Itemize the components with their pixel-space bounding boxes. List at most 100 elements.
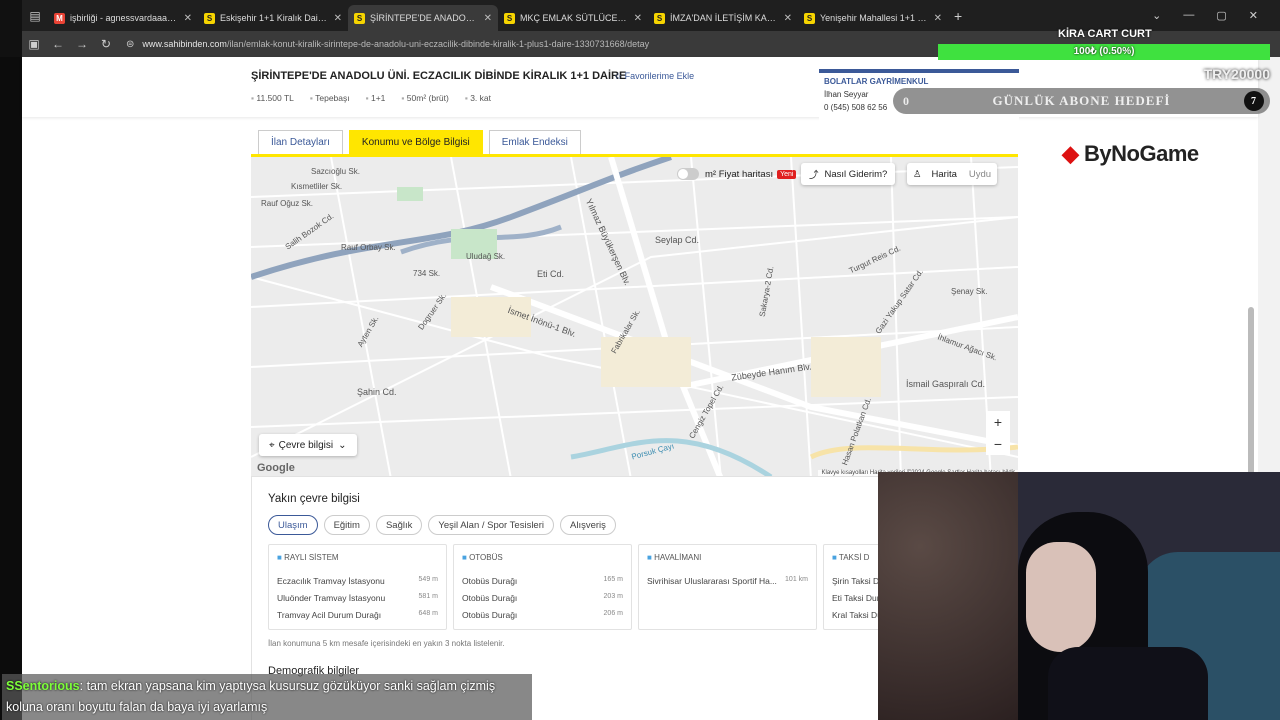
listing-title: ŞİRİNTEPE'DE ANADOLU ÜNİ. ECZACILIK DİBİ… (251, 70, 627, 82)
browser-tab-active[interactable]: S ŞİRİNTEPE'DE ANADOLU ÜNİ. E ✕ (348, 5, 498, 31)
chip-education[interactable]: Eğitim (323, 515, 370, 535)
satellite-view-option[interactable]: Uydu (969, 169, 991, 180)
minimize-icon[interactable]: — (1183, 9, 1194, 22)
add-to-favorites-link[interactable]: ☆ Favorilerime Ekle (614, 71, 694, 82)
listing-area: 50m² (brüt) (401, 93, 449, 103)
tab-title: Eskişehir 1+1 Kiralık Daire Fiyatları (220, 13, 330, 23)
list-item: Kral Taksi Du (832, 610, 882, 620)
list-item: Sivrihisar Uluslararası Sportif Ha... 101… (647, 576, 808, 586)
close-window-icon[interactable]: ✕ (1249, 9, 1258, 22)
place-distance: 549 m (418, 576, 438, 583)
map-street-label: 734 Sk. (413, 269, 441, 278)
browser-tab-4[interactable]: S MKÇ EMLAK SÜTLÜCEDE 1+1 K ✕ (498, 5, 648, 31)
directions-label: Nasıl Giderim? (824, 168, 888, 180)
map-pin-icon: ⌖ (269, 439, 275, 451)
back-arrow-icon[interactable]: ← (46, 37, 70, 51)
tab-search-icon[interactable]: ▤ (22, 0, 48, 31)
place-name: Uluönder Tramvay İstasyonu (277, 593, 386, 603)
map-street-label: Eti Cd. (537, 269, 565, 279)
street-view-icon[interactable]: ♙ (913, 169, 922, 180)
location-map[interactable]: Sazcıoğlu Sk. Kısmetliler Sk. Rauf Oğuz … (251, 154, 1018, 476)
chip-shopping[interactable]: Alışveriş (560, 515, 616, 535)
place-distance: 101 km (785, 576, 808, 583)
browser-tab-5[interactable]: S İMZA'DAN İLETİŞİM KAPISINA Y ✕ (648, 5, 798, 31)
maximize-icon[interactable]: ▢ (1216, 9, 1226, 22)
address-bar[interactable]: ⊜ www.sahibinden.com/ilan/emlak-konut-ki… (126, 34, 686, 54)
reload-icon[interactable]: ↻ (94, 37, 118, 51)
listing-rooms: 1+1 (366, 93, 385, 103)
favorite-label: Favorilerime Ekle (624, 71, 695, 81)
url-domain: www.sahibinden.com (142, 39, 227, 49)
close-tab-icon[interactable]: ✕ (784, 13, 792, 24)
chip-health[interactable]: Sağlık (375, 515, 423, 535)
place-name: Şirin Taksi D (832, 576, 880, 586)
tab-real-estate-index[interactable]: Emlak Endeksi (488, 130, 581, 154)
bus-card: OTOBÜS Otobüs Durağı 165 m Otobüs Durağı 2… (453, 544, 632, 630)
sub-count: 0 (903, 93, 910, 108)
place-distance: 581 m (418, 593, 438, 600)
page-right-gutter (1258, 57, 1280, 472)
chat-username: SSentorious (6, 679, 80, 693)
place-name: Otobüs Durağı (462, 610, 518, 620)
price-map-toggle[interactable]: m² Fiyat haritası Yeni (669, 163, 804, 185)
list-item: Otobüs Durağı 165 m (462, 576, 623, 586)
forward-arrow-icon[interactable]: → (70, 37, 94, 51)
toggle-switch[interactable] (677, 168, 699, 180)
close-tab-icon[interactable]: ✕ (484, 13, 492, 24)
tab-listing-details[interactable]: İlan Detayları (258, 130, 343, 154)
listing-price: 11.500 TL (251, 93, 294, 103)
directions-button[interactable]: ⤴ Nasıl Giderim? (801, 163, 896, 185)
map-street-label: Sazcıoğlu Sk. (311, 167, 360, 176)
listing-floor: 3. kat (465, 93, 491, 103)
sub-target: 7 (1244, 91, 1264, 111)
nearby-footnote: İlan konumuna 5 km mesafe içerisindeki e… (268, 639, 505, 648)
sidebar-toggle-icon[interactable]: ▣ (22, 37, 46, 51)
list-item: Otobüs Durağı 206 m (462, 610, 623, 620)
place-name: Eczacılık Tramvay İstasyonu (277, 576, 385, 586)
category-chips: Ulaşım Eğitim Sağlık Yeşil Alan / Spor T… (268, 515, 616, 535)
zoom-out-button[interactable]: − (986, 433, 1010, 455)
url-path: /ilan/emlak-konut-kiralik-sirintepe-de-a… (226, 39, 650, 49)
new-tab-icon[interactable]: + (954, 8, 962, 24)
browser-tab-6[interactable]: S Yenişehir Mahallesi 1+1 Kiralık D ✕ (798, 5, 948, 31)
new-badge: Yeni (777, 169, 797, 179)
card-title: TAKSİ D (832, 553, 874, 562)
chip-transport[interactable]: Ulaşım (268, 515, 318, 535)
close-tab-icon[interactable]: ✕ (334, 13, 342, 24)
close-tab-icon[interactable]: ✕ (634, 13, 642, 24)
place-name: Otobüs Durağı (462, 593, 518, 603)
site-info-icon[interactable]: ⊜ (126, 39, 134, 50)
goal-amount: TRY20000 (1203, 66, 1270, 82)
list-item: Uluönder Tramvay İstasyonu 581 m (277, 593, 438, 603)
map-street-label: Şenay Sk. (951, 287, 988, 296)
map-street-label: Şahin Cd. (357, 387, 397, 397)
browser-tab-strip: ▤ M işbirliği - agnessvardaaa@gmail ✕ S … (22, 0, 1280, 31)
close-tab-icon[interactable]: ✕ (934, 13, 942, 24)
place-name: Otobüs Durağı (462, 576, 518, 586)
rail-card: RAYLI SİSTEM Eczacılık Tramvay İstasyonu… (268, 544, 447, 630)
sahibinden-favicon-icon: S (654, 12, 665, 24)
list-item: Otobüs Durağı 203 m (462, 593, 623, 603)
browser-tab-2[interactable]: S Eskişehir 1+1 Kiralık Daire Fiyatları … (198, 5, 348, 31)
place-name: Eti Taksi Dur (832, 593, 880, 603)
list-item: Şirin Taksi D (832, 576, 879, 586)
map-view-option[interactable]: Harita (932, 169, 957, 180)
sahibinden-favicon-icon: S (504, 12, 515, 24)
tab-list-chevron-icon[interactable]: ⌄ (1152, 9, 1161, 22)
sahibinden-favicon-icon: S (204, 12, 215, 24)
list-item: Eti Taksi Dur (832, 593, 880, 603)
chat-message-overlay: SSentorious: tam ekran yapsana kim yaptı… (2, 674, 532, 720)
webcam-background (878, 472, 1018, 720)
browser-tab-gmail[interactable]: M işbirliği - agnessvardaaa@gmail ✕ (48, 5, 198, 31)
zoom-in-button[interactable]: + (986, 411, 1010, 433)
stream-frame: ▤ M işbirliği - agnessvardaaa@gmail ✕ S … (0, 0, 1280, 720)
close-tab-icon[interactable]: ✕ (184, 13, 192, 24)
card-title: HAVALİMANI (647, 553, 808, 562)
map-street-label: Uludağ Sk. (466, 252, 506, 261)
tab-location-info[interactable]: Konumu ve Bölge Bilgisi (348, 130, 483, 154)
window-controls: ⌄ — ▢ ✕ (1152, 9, 1280, 22)
chip-green-sports[interactable]: Yeşil Alan / Spor Tesisleri (428, 515, 554, 535)
webcam-feed (878, 472, 1280, 720)
place-name: Sivrihisar Uluslararası Sportif Ha... (647, 576, 777, 586)
environment-info-button[interactable]: ⌖ Çevre bilgisi ⌄ (259, 434, 357, 456)
